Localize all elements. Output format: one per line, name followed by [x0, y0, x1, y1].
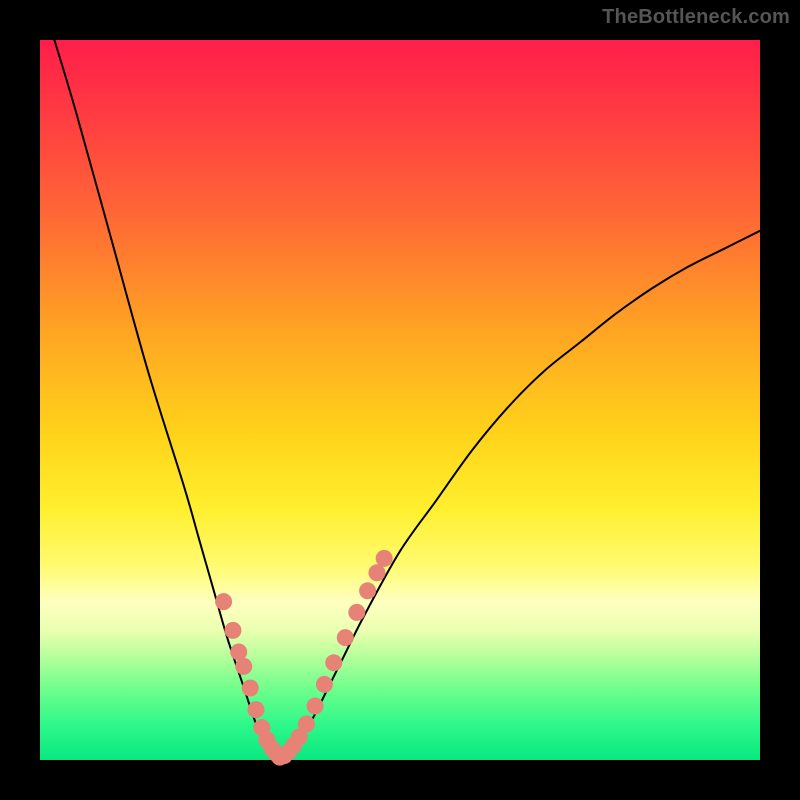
plot-area: [40, 40, 760, 760]
marker-dot: [359, 582, 376, 599]
marker-dot: [224, 622, 241, 639]
marker-dot: [307, 698, 324, 715]
marker-dot: [376, 550, 393, 567]
marker-dot: [298, 716, 315, 733]
marker-dot: [215, 593, 232, 610]
marker-dot: [235, 658, 252, 675]
chart-svg: [40, 40, 760, 760]
chart-frame: TheBottleneck.com: [0, 0, 800, 800]
marker-dot: [242, 680, 259, 697]
curve-right-branch: [278, 231, 760, 758]
marker-dot: [248, 701, 265, 718]
watermark-text: TheBottleneck.com: [602, 6, 790, 29]
marker-dot: [337, 629, 354, 646]
marker-cluster: [215, 550, 393, 766]
marker-dot: [316, 676, 333, 693]
marker-dot: [348, 604, 365, 621]
marker-dot: [368, 564, 385, 581]
marker-dot: [325, 654, 342, 671]
